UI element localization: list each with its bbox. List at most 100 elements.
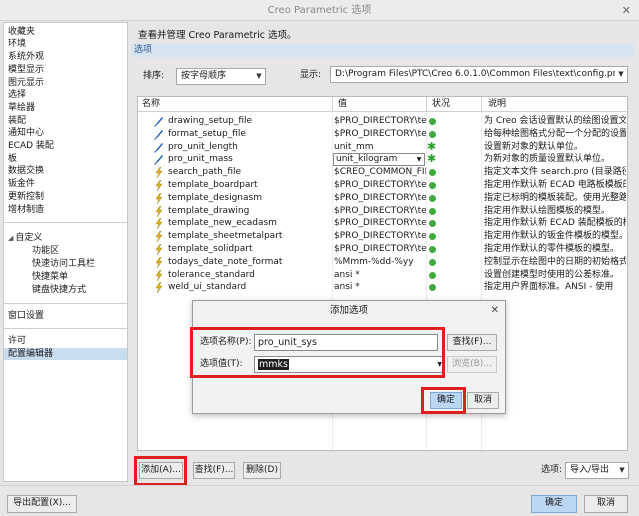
dialog-cancel-button[interactable]: 取消 <box>467 392 499 409</box>
sidebar-item-config-editor[interactable]: 配置编辑器 <box>4 348 127 360</box>
table-row[interactable]: drawing_setup_file $PRO_DIRECTORY\tex 为 Cr… <box>138 115 627 128</box>
option-name-cell: weld_ui_standard <box>168 282 247 293</box>
column-header-status[interactable]: 状况 <box>428 97 450 112</box>
option-name-cell: template_new_ecadasm <box>168 218 277 229</box>
table-row[interactable]: template_sheetmetalpart $PRO_DIRECTORY\te… <box>138 230 627 243</box>
sort-select[interactable]: 按字母顺序 ▼ <box>176 68 266 85</box>
status-changed-icon: ✱ <box>427 152 437 166</box>
sidebar-item-window-settings[interactable]: 窗口设置 <box>8 310 44 322</box>
dialog-find-button[interactable]: 查找(F)... <box>447 334 497 351</box>
highlight-box <box>190 327 445 378</box>
sidebar-item-entity-display[interactable]: 图元显示 <box>8 77 44 89</box>
option-name-cell: pro_unit_length <box>168 141 238 152</box>
dialog-title-text: 添加选项 <box>329 305 368 316</box>
sidebar-item-quick-access-toolbar[interactable]: 快速访问工具栏 <box>32 258 95 270</box>
close-icon[interactable]: ✕ <box>622 0 631 21</box>
window-title: Creo Parametric 选项 <box>267 5 372 16</box>
table-row[interactable]: template_boardpart $PRO_DIRECTORY\tex 指定用作… <box>138 179 627 192</box>
option-value-cell: $CREO_COMMON_FIL <box>334 167 426 178</box>
collapse-triangle-icon[interactable]: ◢ <box>8 232 13 244</box>
option-description-cell: 指定用作默认的零件模板的模型。 <box>484 244 620 254</box>
cancel-button[interactable]: 取消 <box>584 495 628 513</box>
sidebar-item-favorites[interactable]: 收藏夹 <box>8 26 35 38</box>
sidebar-divider <box>4 303 127 304</box>
table-row[interactable]: pro_unit_mass unit_kilogram ▼ ✱ 为新对象的质量设置默认单… <box>138 152 627 167</box>
table-row[interactable]: pro_unit_length unit_mm ✱ 设置新对象的默认单位。 <box>138 139 627 154</box>
sidebar-item-sheetmetal[interactable]: 钣金件 <box>8 178 35 190</box>
sidebar-divider <box>4 222 127 223</box>
sidebar-item-ribbon[interactable]: 功能区 <box>32 245 59 257</box>
option-name-cell: pro_unit_mass <box>168 154 233 165</box>
option-description-cell: 指定用作默认的钣金件模板的模型。 <box>484 231 626 242</box>
table-row[interactable]: weld_ui_standard ansi * 指定用户界面标准。ANSI - 使用 <box>138 281 627 294</box>
table-row[interactable]: template_new_ecadasm $PRO_DIRECTORY\tex 指定… <box>138 217 627 230</box>
column-header-value[interactable]: 值 <box>334 97 347 112</box>
find-option-button[interactable]: 查找(F)... <box>193 462 235 479</box>
pen-icon <box>154 116 164 127</box>
chevron-down-icon: ▼ <box>416 156 422 164</box>
status-ok-icon <box>429 207 436 215</box>
sidebar-item-customize[interactable]: ◢ 自定义 <box>8 232 42 244</box>
export-config-button[interactable]: 导出配置(X)... <box>7 495 77 513</box>
status-changed-icon: ✱ <box>427 139 437 153</box>
option-name-cell: tolerance_standard <box>168 269 255 280</box>
status-ok-icon <box>429 169 436 177</box>
option-value-cell: $PRO_DIRECTORY\tex <box>334 116 426 126</box>
dialog-close-icon[interactable]: ✕ <box>491 301 499 321</box>
option-value-cell: $PRO_DIRECTORY\tex <box>334 180 426 190</box>
table-row[interactable]: tolerance_standard ansi * 设置创建模型时使用的公差标准。 <box>138 269 627 282</box>
bolt-icon <box>154 282 164 294</box>
option-value-select[interactable]: unit_kilogram ▼ <box>333 153 425 167</box>
status-ok-icon <box>429 258 436 266</box>
add-option-dialog: 添加选项 ✕ 选项名称(P): pro_unit_sys 查找(F)... 选项… <box>190 300 506 414</box>
dialog-browse-button[interactable]: 浏览(B)... <box>447 356 497 373</box>
column-header-description[interactable]: 说明 <box>484 97 506 112</box>
option-value-cell: $PRO_DIRECTORY\tex <box>334 128 426 139</box>
show-file-select[interactable]: D:\Program Files\PTC\Creo 6.0.1.0\Common… <box>330 66 628 83</box>
sidebar-item-update-control[interactable]: 更新控制 <box>8 191 44 203</box>
table-row[interactable]: template_designasm $PRO_DIRECTORY\tex 指定已标… <box>138 192 627 205</box>
option-name-cell: template_sheetmetalpart <box>168 231 283 242</box>
ok-button[interactable]: 确定 <box>531 495 577 513</box>
import-export-select[interactable]: 导入/导出 ▼ <box>565 462 629 479</box>
sidebar-item-shortcut-menu[interactable]: 快捷菜单 <box>32 271 68 283</box>
sidebar-item-system-appearance[interactable]: 系统外观 <box>8 51 44 63</box>
column-separator[interactable] <box>481 97 482 112</box>
delete-option-button[interactable]: 删除(D) <box>243 462 281 479</box>
show-label: 显示: <box>300 70 322 80</box>
table-row[interactable]: template_solidpart $PRO_DIRECTORY\tex 指定用作… <box>138 243 627 256</box>
table-row[interactable]: format_setup_file $PRO_DIRECTORY\tex 给每种绘图… <box>138 128 627 141</box>
sidebar-item-board[interactable]: 板 <box>8 153 17 165</box>
section-header: 选项 <box>131 44 634 57</box>
highlight-box <box>421 387 466 414</box>
chevron-down-icon: ▼ <box>615 67 627 82</box>
sidebar-item-sketcher[interactable]: 草绘器 <box>8 102 35 114</box>
sidebar-item-keyboard-shortcuts[interactable]: 键盘快捷方式 <box>32 284 86 296</box>
sidebar-item-data-exchange[interactable]: 数据交换 <box>8 165 44 177</box>
sidebar-item-model-display[interactable]: 模型显示 <box>8 64 44 76</box>
column-separator[interactable] <box>426 97 427 112</box>
options-label: 选项: <box>541 465 563 475</box>
bolt-icon <box>154 167 164 179</box>
table-row[interactable]: template_drawing $PRO_DIRECTORY\tex 指定用作默认… <box>138 205 627 218</box>
table-header: 名称 值 状况 说明 <box>138 97 627 112</box>
option-value-cell: ansi * <box>334 269 360 280</box>
table-row[interactable]: todays_date_note_format %Mmm-%dd-%yy 控制显示在… <box>138 256 627 269</box>
status-ok-icon <box>429 130 436 138</box>
column-header-name[interactable]: 名称 <box>138 97 160 112</box>
sidebar-item-environment[interactable]: 环境 <box>8 38 26 50</box>
option-name-cell: drawing_setup_file <box>168 116 253 126</box>
sidebar-item-notification-center[interactable]: 通知中心 <box>8 127 44 139</box>
page-description: 查看并管理 Creo Parametric 选项。 <box>138 30 297 41</box>
sidebar-item-selection[interactable]: 选择 <box>8 89 26 101</box>
table-row[interactable]: search_path_file $CREO_COMMON_FIL 指定文本文件 s… <box>138 166 627 179</box>
sidebar-item-license[interactable]: 许可 <box>8 335 26 347</box>
sidebar-item-additive-manufacturing[interactable]: 增材制造 <box>8 204 44 216</box>
bolt-icon <box>154 231 164 243</box>
sidebar-item-assembly[interactable]: 装配 <box>8 115 26 127</box>
window-titlebar: Creo Parametric 选项 ✕ <box>0 0 639 21</box>
sidebar-item-ecad-assembly[interactable]: ECAD 装配 <box>8 140 54 152</box>
option-value-cell: ansi * <box>334 282 360 293</box>
column-separator[interactable] <box>332 97 333 112</box>
bolt-icon <box>154 218 164 230</box>
